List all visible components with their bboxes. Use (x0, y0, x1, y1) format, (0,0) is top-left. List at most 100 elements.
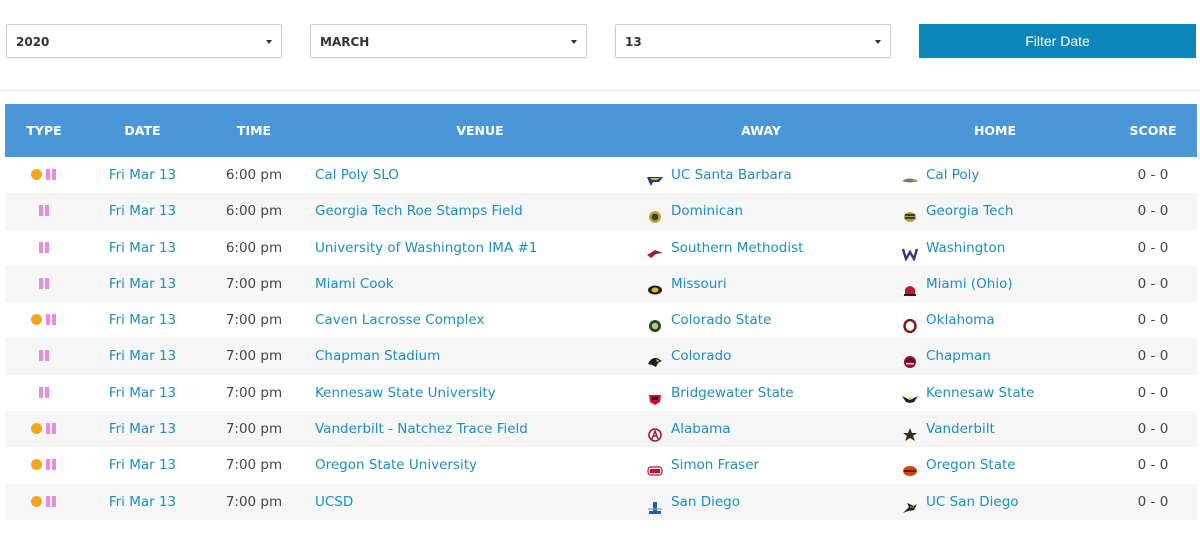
venue-link[interactable]: Cal Poly SLO (315, 157, 399, 193)
away-team-cell: Dominican (647, 193, 743, 229)
home-team-link[interactable]: Oregon State (926, 457, 1016, 473)
date-link[interactable]: Fri Mar 13 (100, 375, 185, 411)
chapman-logo-icon (902, 347, 918, 369)
venue-link[interactable]: Miami Cook (315, 266, 394, 302)
venue-link[interactable]: UCSD (315, 484, 353, 520)
header-time: TIME (236, 123, 272, 138)
type-indicator (31, 423, 57, 435)
type-cell (5, 266, 83, 302)
home-team-cell: Oregon State (902, 447, 1016, 483)
home-team-link[interactable]: Kennesaw State (926, 385, 1034, 401)
oregon-state-logo-icon (902, 456, 918, 477)
simon-fraser-logo-icon (647, 456, 663, 476)
away-team-link[interactable]: Colorado State (671, 312, 771, 328)
date-link[interactable]: Fri Mar 13 (100, 266, 185, 302)
type-indicator (38, 241, 50, 254)
venue-link[interactable]: Georgia Tech Roe Stamps Field (315, 193, 523, 229)
away-team-link[interactable]: Bridgewater State (671, 385, 794, 401)
home-team-link[interactable]: Miami (Ohio) (926, 276, 1013, 292)
time-cell: 6:00 pm (225, 203, 283, 220)
away-team-link[interactable]: Alabama (671, 421, 731, 437)
time-cell: 7:00 pm (225, 421, 283, 438)
away-team-cell: Simon Fraser (647, 447, 759, 483)
home-team-link[interactable]: Vanderbilt (926, 421, 995, 437)
date-link[interactable]: Fri Mar 13 (100, 411, 185, 447)
home-team-link[interactable]: Oklahoma (926, 312, 995, 328)
type-cell (5, 484, 83, 520)
home-team-link[interactable]: Washington (926, 240, 1005, 256)
orange-dot-icon (31, 314, 42, 326)
home-team-cell: Cal Poly (902, 157, 979, 193)
month-select[interactable]: MARCH (310, 24, 587, 58)
pause-icon (46, 169, 57, 180)
header-type: TYPE (26, 123, 62, 138)
away-team-link[interactable]: Colorado (671, 348, 731, 364)
divider (0, 89, 1200, 92)
pause-icon (46, 314, 57, 326)
time-cell: 7:00 pm (225, 457, 283, 474)
date-link[interactable]: Fri Mar 13 (100, 484, 185, 520)
venue-link[interactable]: University of Washington IMA #1 (315, 230, 537, 266)
type-indicator (38, 205, 50, 217)
date-filter-bar: 2020 MARCH 13 Filter Date (0, 0, 1200, 90)
home-team-cell: Georgia Tech (902, 193, 1013, 229)
score-cell: 0 - 0 (1137, 167, 1169, 183)
time-cell: 7:00 pm (225, 348, 283, 365)
san-diego-logo-icon (647, 493, 663, 514)
home-team-cell: Vanderbilt (902, 411, 995, 447)
away-team-cell: Colorado State (647, 302, 771, 338)
time-cell: 6:00 pm (225, 239, 283, 256)
oklahoma-logo-icon (902, 311, 918, 334)
date-link[interactable]: Fri Mar 13 (100, 447, 185, 483)
pause-icon (38, 241, 50, 253)
pause-icon (46, 423, 57, 435)
away-team-link[interactable]: UC Santa Barbara (671, 167, 792, 183)
away-team-link[interactable]: Simon Fraser (671, 457, 759, 473)
date-link[interactable]: Fri Mar 13 (100, 302, 185, 338)
home-team-link[interactable]: Chapman (926, 348, 991, 364)
washington-logo-icon (901, 239, 919, 262)
away-team-cell: San Diego (647, 484, 740, 520)
table-row: Fri Mar 13 6:00 pm Cal Poly SLO UC Santa Ba… (5, 157, 1197, 193)
orange-dot-icon (31, 495, 42, 507)
date-link[interactable]: Fri Mar 13 (100, 157, 185, 193)
away-team-cell: UC Santa Barbara (647, 157, 792, 193)
vanderbilt-logo-icon (902, 420, 918, 442)
day-select[interactable]: 13 (615, 24, 891, 58)
type-indicator (31, 459, 57, 471)
away-team-link[interactable]: Southern Methodist (671, 240, 803, 256)
home-team-link[interactable]: Georgia Tech (926, 203, 1013, 219)
header-venue: VENUE (456, 123, 504, 138)
pause-icon (38, 277, 50, 289)
kennesaw-state-logo-icon (902, 384, 918, 403)
date-link[interactable]: Fri Mar 13 (100, 230, 185, 266)
score-cell: 0 - 0 (1137, 384, 1169, 401)
venue-link[interactable]: Caven Lacrosse Complex (315, 302, 484, 338)
filter-date-button[interactable]: Filter Date (919, 24, 1196, 58)
chevron-down-icon (875, 40, 881, 44)
home-team-link[interactable]: Cal Poly (926, 167, 979, 183)
away-team-link[interactable]: Dominican (671, 203, 743, 219)
home-team-cell: Washington (901, 230, 1005, 266)
type-indicator (38, 386, 50, 399)
date-link[interactable]: Fri Mar 13 (100, 338, 185, 374)
type-cell (5, 157, 83, 193)
home-team-link[interactable]: UC San Diego (926, 494, 1019, 510)
venue-link[interactable]: Oregon State University (315, 447, 477, 483)
venue-link[interactable]: Vanderbilt - Natchez Trace Field (315, 411, 528, 447)
venue-link[interactable]: Chapman Stadium (315, 338, 440, 374)
away-team-link[interactable]: San Diego (671, 494, 740, 510)
score-cell: 0 - 0 (1137, 275, 1169, 292)
header-home: HOME (973, 123, 1017, 138)
score-cell: 0 - 0 (1137, 203, 1169, 220)
year-select[interactable]: 2020 (6, 24, 282, 58)
date-link[interactable]: Fri Mar 13 (100, 193, 185, 229)
away-team-link[interactable]: Missouri (671, 276, 727, 292)
type-indicator (31, 314, 57, 326)
pause-icon (46, 459, 57, 471)
score-cell: 0 - 0 (1137, 312, 1169, 329)
venue-link[interactable]: Kennesaw State University (315, 375, 496, 411)
home-team-cell: Miami (Ohio) (902, 266, 1013, 302)
away-team-cell: Colorado (647, 338, 731, 374)
day-select-value: 13 (625, 35, 642, 49)
